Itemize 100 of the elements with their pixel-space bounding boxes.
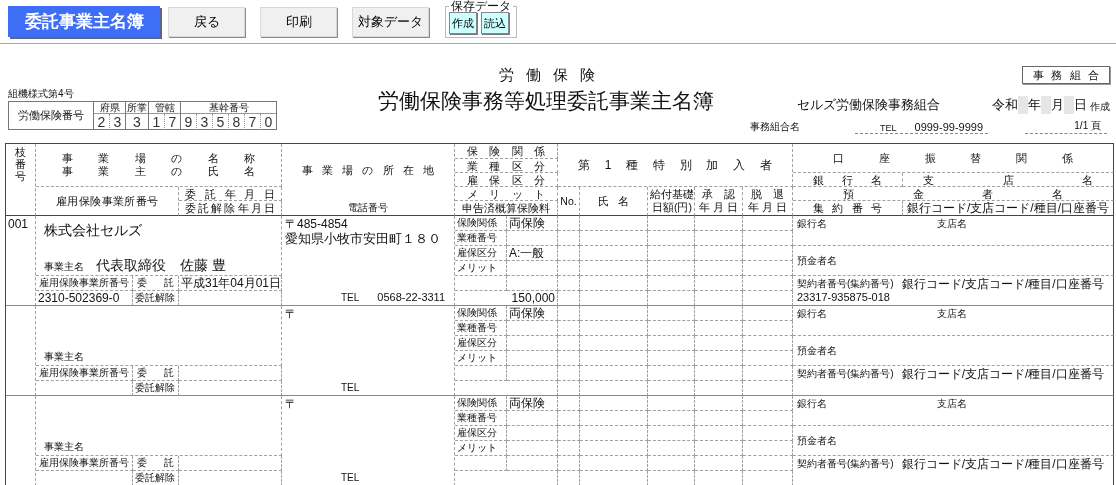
digit-cell-text: 9: [183, 114, 194, 130]
column-header: メリット: [455, 187, 558, 201]
table-cell: [695, 351, 743, 366]
column-header: 承 認 年 月 日: [695, 187, 743, 216]
column-header: 事業場の所在地: [302, 164, 434, 176]
table-cell: [558, 366, 580, 381]
table-cell: [580, 411, 648, 426]
table-cell: [648, 411, 695, 426]
table-cell: [580, 321, 648, 336]
field-label: TEL: [341, 292, 360, 304]
table-cell: [558, 456, 580, 471]
field-label: 業種番号: [455, 411, 507, 426]
date-field[interactable]: [1041, 96, 1051, 114]
save-data-button[interactable]: 読込: [481, 12, 509, 34]
toolbar-button[interactable]: 印刷: [260, 6, 337, 37]
table-cell: [558, 246, 580, 261]
era-label: 令和: [992, 96, 1018, 114]
table-cell: [648, 291, 695, 306]
field-label: 事業主名: [44, 351, 84, 363]
contract-number: 23317-935875-018: [797, 291, 891, 303]
column-header: 雇用保険事業所番号: [36, 187, 179, 216]
union-name: セルズ労働保険事務組合: [797, 96, 941, 114]
table-cell: [695, 321, 743, 336]
phone-number: 0999-99-9999: [914, 121, 984, 133]
field-label: 雇保区分: [455, 426, 507, 441]
owner-name: 代表取締役 佐藤 豊: [96, 259, 226, 271]
table-cell: [743, 231, 793, 246]
table-cell: 150,000: [455, 291, 558, 306]
date-field[interactable]: [1018, 96, 1028, 114]
table-cell: [580, 366, 648, 381]
table-cell: [743, 366, 793, 381]
table-cell: [648, 426, 695, 441]
table-cell: [743, 456, 793, 471]
table-cell: [648, 351, 695, 366]
table-cell: [743, 426, 793, 441]
table-cell: [507, 321, 558, 336]
table-cell: [455, 366, 507, 381]
page-number: 1/1 頁: [1025, 119, 1107, 134]
column-header: 保険関係: [455, 144, 558, 159]
field-label: 事務組合名: [750, 120, 800, 134]
table-cell: [580, 351, 648, 366]
table-cell: [695, 381, 743, 396]
table-cell: [558, 336, 580, 351]
column-header: 委託年月日: [179, 187, 282, 201]
table-cell: [743, 291, 793, 306]
table-cell: [580, 441, 648, 456]
digit-cell: 8: [228, 114, 244, 130]
table-cell: [558, 231, 580, 246]
table-cell: [648, 336, 695, 351]
table-cell: [507, 411, 558, 426]
column-header: 雇保区分: [455, 173, 558, 187]
field-label: 支店名: [937, 218, 968, 230]
table-cell: [695, 426, 743, 441]
field-label: 業種番号: [455, 321, 507, 336]
table-cell: [580, 246, 648, 261]
toolbar-button[interactable]: 戻る: [168, 6, 245, 37]
field-label: 銀行コード/支店コード/種目/口座番号: [901, 368, 1104, 380]
table-cell: [648, 366, 695, 381]
table-cell: [648, 231, 695, 246]
table-cell: 001: [6, 216, 36, 306]
digit-cell-text: 2: [96, 114, 107, 130]
table-cell: 両保険: [507, 306, 558, 321]
table-cell: [648, 261, 695, 276]
table-cell: 2310-502369-0: [36, 291, 133, 306]
digit-cell: 0: [260, 114, 276, 130]
digit-cell: 5: [212, 114, 228, 130]
table-cell: 平成31年04月01日: [179, 276, 282, 291]
toolbar-button[interactable]: 対象データ: [352, 6, 429, 37]
save-data-button[interactable]: 作成: [449, 12, 477, 34]
column-header: 申告済概算保険料: [455, 201, 558, 216]
column-header: 支店名: [903, 173, 1114, 187]
sheet-title-button[interactable]: 委託事業主名簿: [8, 6, 160, 37]
column-header: 委託解除年月日: [179, 201, 282, 216]
field-label: 委託解除: [133, 381, 179, 396]
date-unit-label: 日: [1074, 96, 1087, 114]
column-header: 氏名: [580, 187, 648, 216]
field-label: 委託解除: [133, 471, 179, 485]
table-cell: [648, 396, 695, 411]
field-label: TEL: [341, 472, 360, 484]
column-header: 銀行名: [793, 173, 903, 187]
phone-number: 0568-22-3311: [377, 291, 446, 303]
table-cell: [580, 381, 648, 396]
table-cell: [743, 216, 793, 231]
table-cell: [743, 411, 793, 426]
table-cell: [558, 441, 580, 456]
field-label: 保険関係: [455, 306, 507, 321]
field-label: 預金者名: [797, 434, 837, 446]
table-cell: [507, 276, 558, 291]
table-cell: [648, 306, 695, 321]
date-field[interactable]: [1064, 96, 1074, 114]
column-header: 脱 退 年 月 日: [743, 187, 793, 216]
field-label: 委託: [133, 276, 179, 291]
table-cell: [695, 456, 743, 471]
form-subtitle: 労働保険: [498, 65, 607, 85]
table-cell: [695, 216, 743, 231]
table-cell: [558, 216, 580, 231]
table-cell: [695, 291, 743, 306]
field-label: 事業主名: [44, 441, 84, 453]
table-cell: [743, 261, 793, 276]
table-cell: [648, 246, 695, 261]
